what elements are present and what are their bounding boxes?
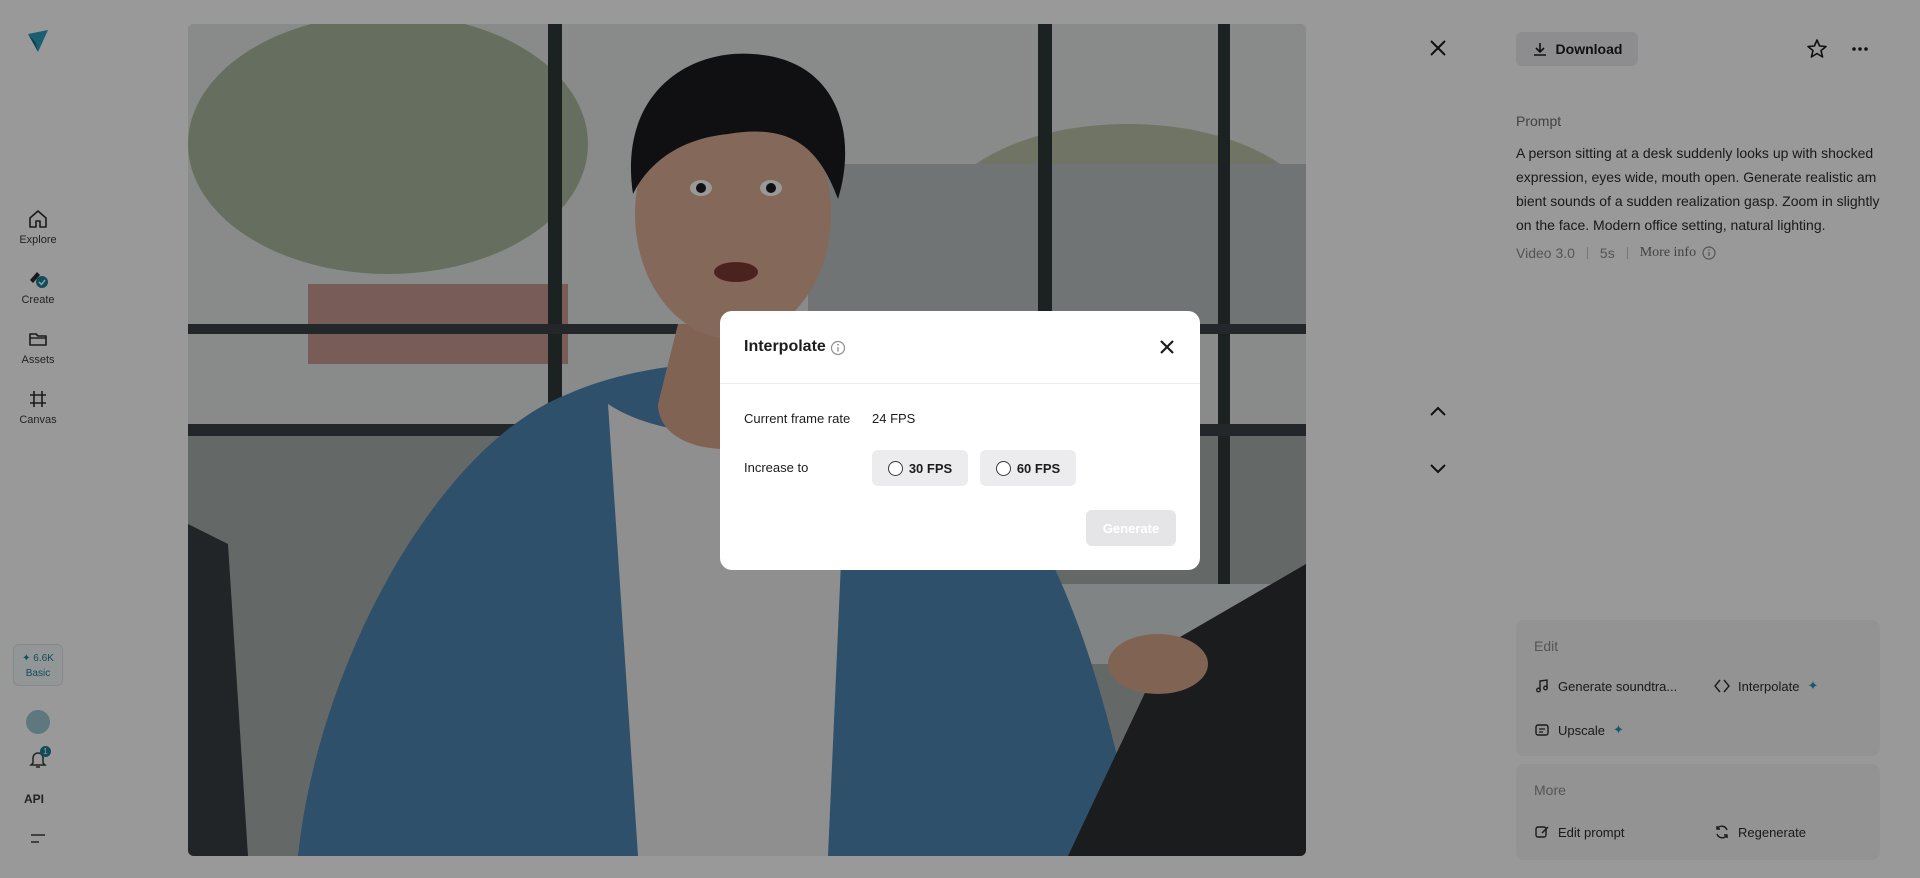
info-icon[interactable] xyxy=(830,340,846,356)
increase-to-label: Increase to xyxy=(744,460,809,475)
dialog-title: Interpolate xyxy=(744,338,826,355)
current-frame-rate-value: 24 FPS xyxy=(872,411,916,426)
fps-option-30[interactable]: 30 FPS xyxy=(872,450,968,486)
fps-option-label: 60 FPS xyxy=(1016,460,1061,476)
radio-button[interactable] xyxy=(887,460,903,476)
interpolate-dialog: Interpolate Current frame rate 24 FPS In… xyxy=(720,311,1200,570)
dialog-divider xyxy=(720,383,1200,384)
fps-option-label: 30 FPS xyxy=(908,460,953,476)
generate-button[interactable]: Generate xyxy=(1086,510,1176,546)
current-frame-rate-label: Current frame rate xyxy=(744,411,851,426)
fps-option-60[interactable]: 60 FPS xyxy=(980,450,1076,486)
radio-button[interactable] xyxy=(995,460,1011,476)
close-icon[interactable] xyxy=(1155,335,1179,359)
